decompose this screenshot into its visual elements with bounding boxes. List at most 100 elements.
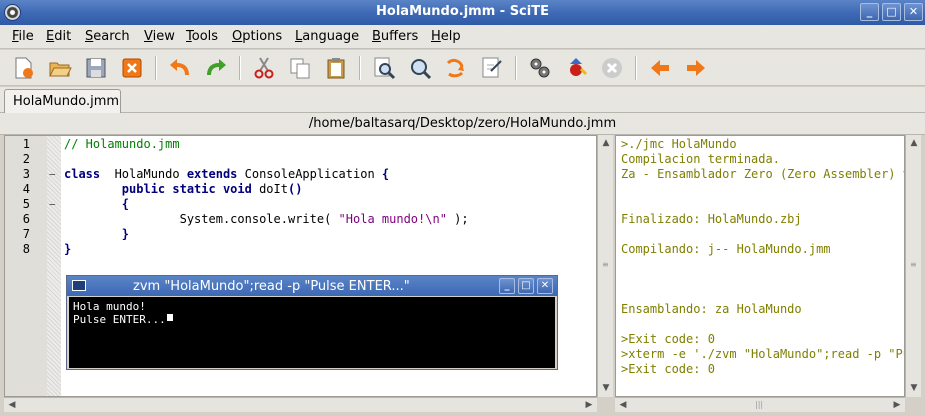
terminal-minimize-button[interactable]: _	[499, 278, 515, 294]
copy-icon[interactable]	[287, 55, 313, 81]
code-line[interactable]: 4 public static void doIt()	[5, 182, 596, 197]
code-text: }	[64, 227, 129, 242]
menu-edit[interactable]: Edit	[46, 29, 71, 44]
title-bar: HolaMundo.jmm - SciTE _ □ ✕	[0, 0, 925, 25]
line-number: 4	[22, 182, 30, 196]
menu-label: iew	[152, 29, 175, 44]
fold-marker-icon[interactable]: −	[49, 197, 56, 212]
output-pane[interactable]: >./jmc HolaMundo Compilacion terminada. Za…	[615, 135, 905, 397]
menu-accelerator: B	[372, 29, 381, 44]
menu-buffers[interactable]: Buffers	[372, 29, 418, 44]
find-in-files-icon[interactable]	[407, 55, 433, 81]
tab-holamundo[interactable]: HolaMundo.jmm	[4, 89, 121, 114]
scroll-left-arrow-icon[interactable]: ◀	[5, 398, 19, 412]
save-icon[interactable]	[83, 55, 109, 81]
menu-label: earch	[93, 29, 130, 44]
code-token: HolaMundo	[100, 167, 187, 181]
paste-icon[interactable]	[323, 55, 349, 81]
editor-horizontal-scrollbar[interactable]: ◀ ▶	[4, 397, 597, 412]
redo-icon[interactable]	[203, 55, 229, 81]
toolbar-separator	[359, 56, 361, 80]
toolbar-separator	[515, 56, 517, 80]
menu-language[interactable]: Language	[295, 29, 359, 44]
code-keyword: }	[121, 227, 130, 241]
scroll-down-arrow-icon[interactable]: ▼	[599, 381, 613, 395]
scroll-left-arrow-icon[interactable]: ◀	[616, 398, 630, 412]
scroll-right-arrow-icon[interactable]: ▶	[890, 398, 904, 412]
menu-label: uffers	[380, 29, 419, 44]
menu-accelerator: E	[46, 29, 55, 44]
fold-marker-icon[interactable]: −	[49, 167, 56, 182]
code-keyword: }	[64, 242, 72, 256]
cut-icon[interactable]	[251, 55, 277, 81]
menu-search[interactable]: Search	[85, 29, 130, 44]
stop-icon[interactable]	[599, 55, 625, 81]
terminal-line: Hola mundo!	[73, 300, 146, 313]
code-line[interactable]: 3 − class HolaMundo extends ConsoleApplica…	[5, 167, 596, 182]
undo-icon[interactable]	[167, 55, 193, 81]
terminal-window[interactable]: zvm "HolaMundo";read -p "Pulse ENTER..."…	[66, 275, 558, 370]
line-number: 1	[22, 137, 30, 151]
menu-file[interactable]: File	[12, 29, 34, 44]
output-line: Compilando: j-- HolaMundo.jmm	[621, 242, 831, 256]
scroll-grip-icon: |||	[755, 400, 764, 409]
code-line[interactable]: 5 − {	[5, 197, 596, 212]
toolbar-separator	[239, 56, 241, 80]
scroll-up-arrow-icon[interactable]: ▲	[599, 136, 613, 150]
terminal-close-button[interactable]: ✕	[537, 278, 553, 294]
maximize-button[interactable]: □	[882, 3, 901, 21]
scroll-down-arrow-icon[interactable]: ▼	[907, 381, 921, 395]
code-keyword: {	[381, 167, 390, 181]
new-file-icon[interactable]	[10, 55, 36, 81]
build-icon[interactable]	[563, 55, 589, 81]
scroll-grip-icon: ≡	[602, 260, 609, 269]
menu-tools[interactable]: Tools	[186, 29, 218, 44]
close-file-icon[interactable]	[119, 55, 145, 81]
code-token: doIt	[251, 182, 288, 196]
code-keyword: extends	[186, 167, 238, 181]
next-icon[interactable]	[683, 55, 709, 81]
editor-vertical-scrollbar[interactable]: ▲ ≡ ▼	[597, 135, 613, 397]
menu-bar: File Edit Search View Tools Options Language Bu…	[0, 25, 925, 49]
open-folder-icon[interactable]	[47, 55, 73, 81]
code-text: {	[64, 197, 129, 212]
code-line[interactable]: 1 // Holamundo.jmm	[5, 137, 596, 152]
menu-label: dit	[54, 29, 72, 44]
code-token: System.console.write(	[64, 212, 339, 226]
terminal-icon[interactable]	[72, 280, 86, 291]
terminal-output[interactable]: Hola mundo! Pulse ENTER...	[69, 297, 555, 368]
terminal-maximize-button[interactable]: □	[518, 278, 534, 294]
menu-label: ile	[18, 29, 34, 44]
menu-help[interactable]: Help	[431, 29, 461, 44]
output-horizontal-scrollbar[interactable]: ◀ ||| ▶	[615, 397, 905, 412]
close-window-button[interactable]: ✕	[904, 3, 923, 21]
menu-accelerator: H	[431, 29, 441, 44]
tab-bar: HolaMundo.jmm	[0, 87, 925, 114]
compile-icon[interactable]	[527, 55, 553, 81]
code-line[interactable]: 2	[5, 152, 596, 167]
output-vertical-scrollbar[interactable]: ▲ ≡ ▼	[905, 135, 921, 397]
code-keyword: public static void	[121, 182, 252, 196]
terminal-line: Pulse ENTER...	[73, 313, 166, 326]
output-line: Compilacion terminada.	[621, 152, 780, 166]
line-number: 5	[22, 197, 30, 211]
code-line[interactable]: 8}	[5, 242, 596, 257]
scroll-up-arrow-icon[interactable]: ▲	[907, 136, 921, 150]
output-line: >./jmc HolaMundo	[621, 137, 737, 151]
find-icon[interactable]	[371, 55, 397, 81]
previous-icon[interactable]	[647, 55, 673, 81]
replace-icon[interactable]	[443, 55, 469, 81]
output-line: >Exit code: 0	[621, 362, 715, 376]
minimize-button[interactable]: _	[860, 3, 879, 21]
code-line[interactable]: 7 }	[5, 227, 596, 242]
scroll-grip-icon: ≡	[910, 260, 917, 269]
terminal-title-bar[interactable]: zvm "HolaMundo";read -p "Pulse ENTER..."…	[67, 276, 557, 296]
scroll-right-arrow-icon[interactable]: ▶	[582, 398, 596, 412]
menu-view[interactable]: View	[144, 29, 175, 44]
code-line[interactable]: 6 System.console.write( "Hola mundo!\n" …	[5, 212, 596, 227]
window-title: HolaMundo.jmm - SciTE	[376, 4, 549, 19]
go-to-icon[interactable]	[479, 55, 505, 81]
menu-options[interactable]: Options	[232, 29, 282, 44]
